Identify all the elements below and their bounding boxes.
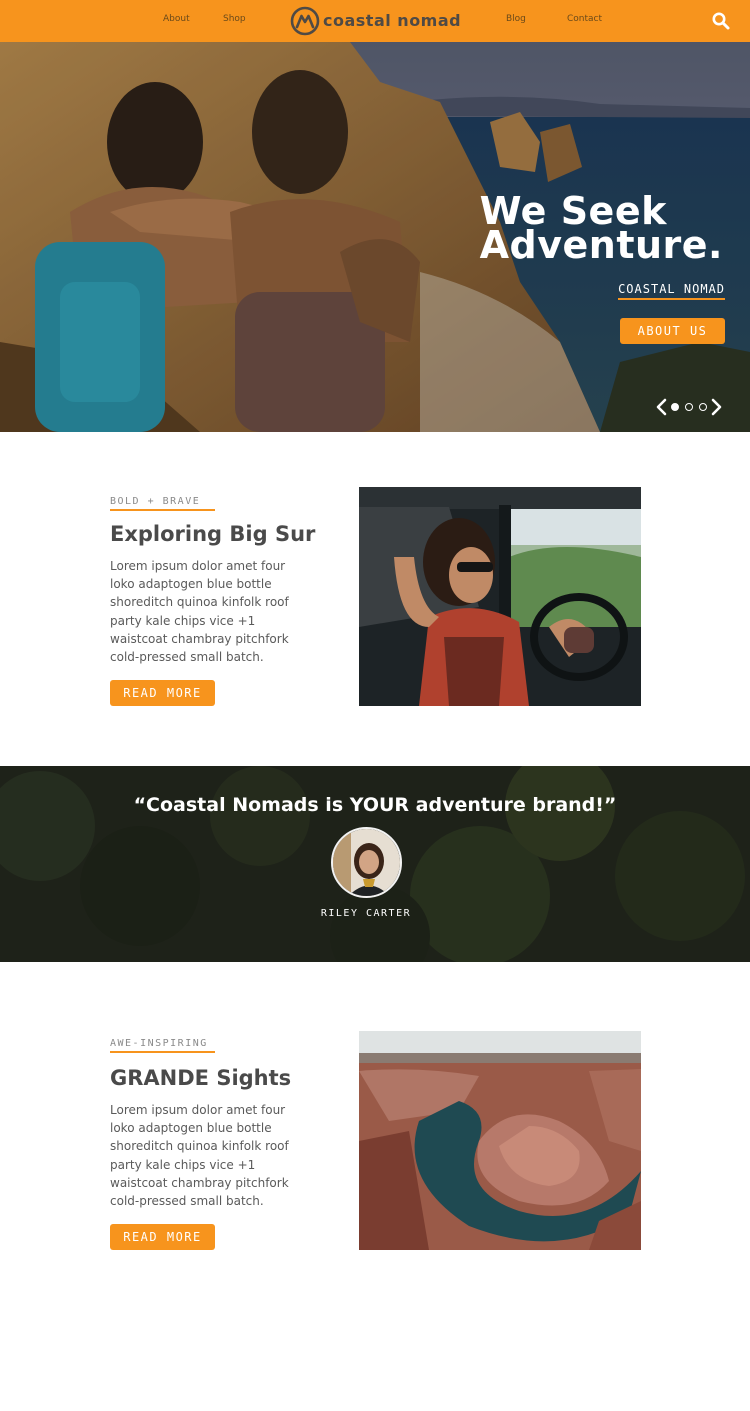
feature-title: GRANDE Sights: [110, 1066, 292, 1090]
nav-link-contact[interactable]: Contact: [567, 14, 602, 24]
carousel-dot-2[interactable]: [685, 403, 693, 411]
feature-title: Exploring Big Sur: [110, 522, 316, 546]
feature-kicker: BOLD + BRAVE: [110, 496, 215, 511]
testimonial-author: RILEY CARTER: [320, 908, 412, 919]
nav-link-about[interactable]: About: [163, 14, 190, 24]
chevron-left-icon[interactable]: [654, 398, 668, 416]
feature-kicker: AWE-INSPIRING: [110, 1038, 215, 1053]
search-icon[interactable]: [711, 11, 731, 31]
hero-subtitle: COASTAL NOMAD: [618, 282, 725, 300]
brand-logo[interactable]: coastal nomad: [290, 5, 461, 36]
brand-name: coastal nomad: [323, 11, 462, 30]
read-more-button[interactable]: READ MORE: [110, 680, 215, 706]
chevron-right-icon[interactable]: [710, 398, 724, 416]
testimonial-section: “Coastal Nomads is YOUR adventure brand!…: [0, 766, 750, 962]
about-us-button[interactable]: ABOUT US: [620, 318, 725, 344]
hero-title: We Seek Adventure.: [479, 192, 723, 267]
feature-big-sur: BOLD + BRAVE Exploring Big Sur Lorem ips…: [0, 432, 750, 766]
feature-body: Lorem ipsum dolor amet four loko adaptog…: [110, 1103, 289, 1209]
carousel-dot-3[interactable]: [699, 403, 707, 411]
testimonial-quote: “Coastal Nomads is YOUR adventure brand!…: [133, 794, 617, 816]
top-nav: About Shop coastal nomad Blog Contact: [0, 0, 750, 42]
carousel-controls: [654, 398, 724, 416]
feature-image-driver: [359, 487, 641, 706]
hero-title-line2: Adventure.: [479, 223, 723, 267]
feature-image-canyon: [359, 1031, 641, 1250]
feature-body: Lorem ipsum dolor amet four loko adaptog…: [110, 559, 289, 665]
read-more-button[interactable]: READ MORE: [110, 1224, 215, 1250]
nav-link-blog[interactable]: Blog: [506, 14, 526, 24]
avatar: [331, 827, 402, 898]
feature-grande-sights: AWE-INSPIRING GRANDE Sights Lorem ipsum …: [0, 962, 750, 1411]
carousel-dot-1[interactable]: [671, 403, 679, 411]
mountain-logo-icon: [290, 6, 320, 35]
hero-carousel: We Seek Adventure. COASTAL NOMAD ABOUT U…: [0, 42, 750, 432]
nav-link-shop[interactable]: Shop: [223, 14, 246, 24]
